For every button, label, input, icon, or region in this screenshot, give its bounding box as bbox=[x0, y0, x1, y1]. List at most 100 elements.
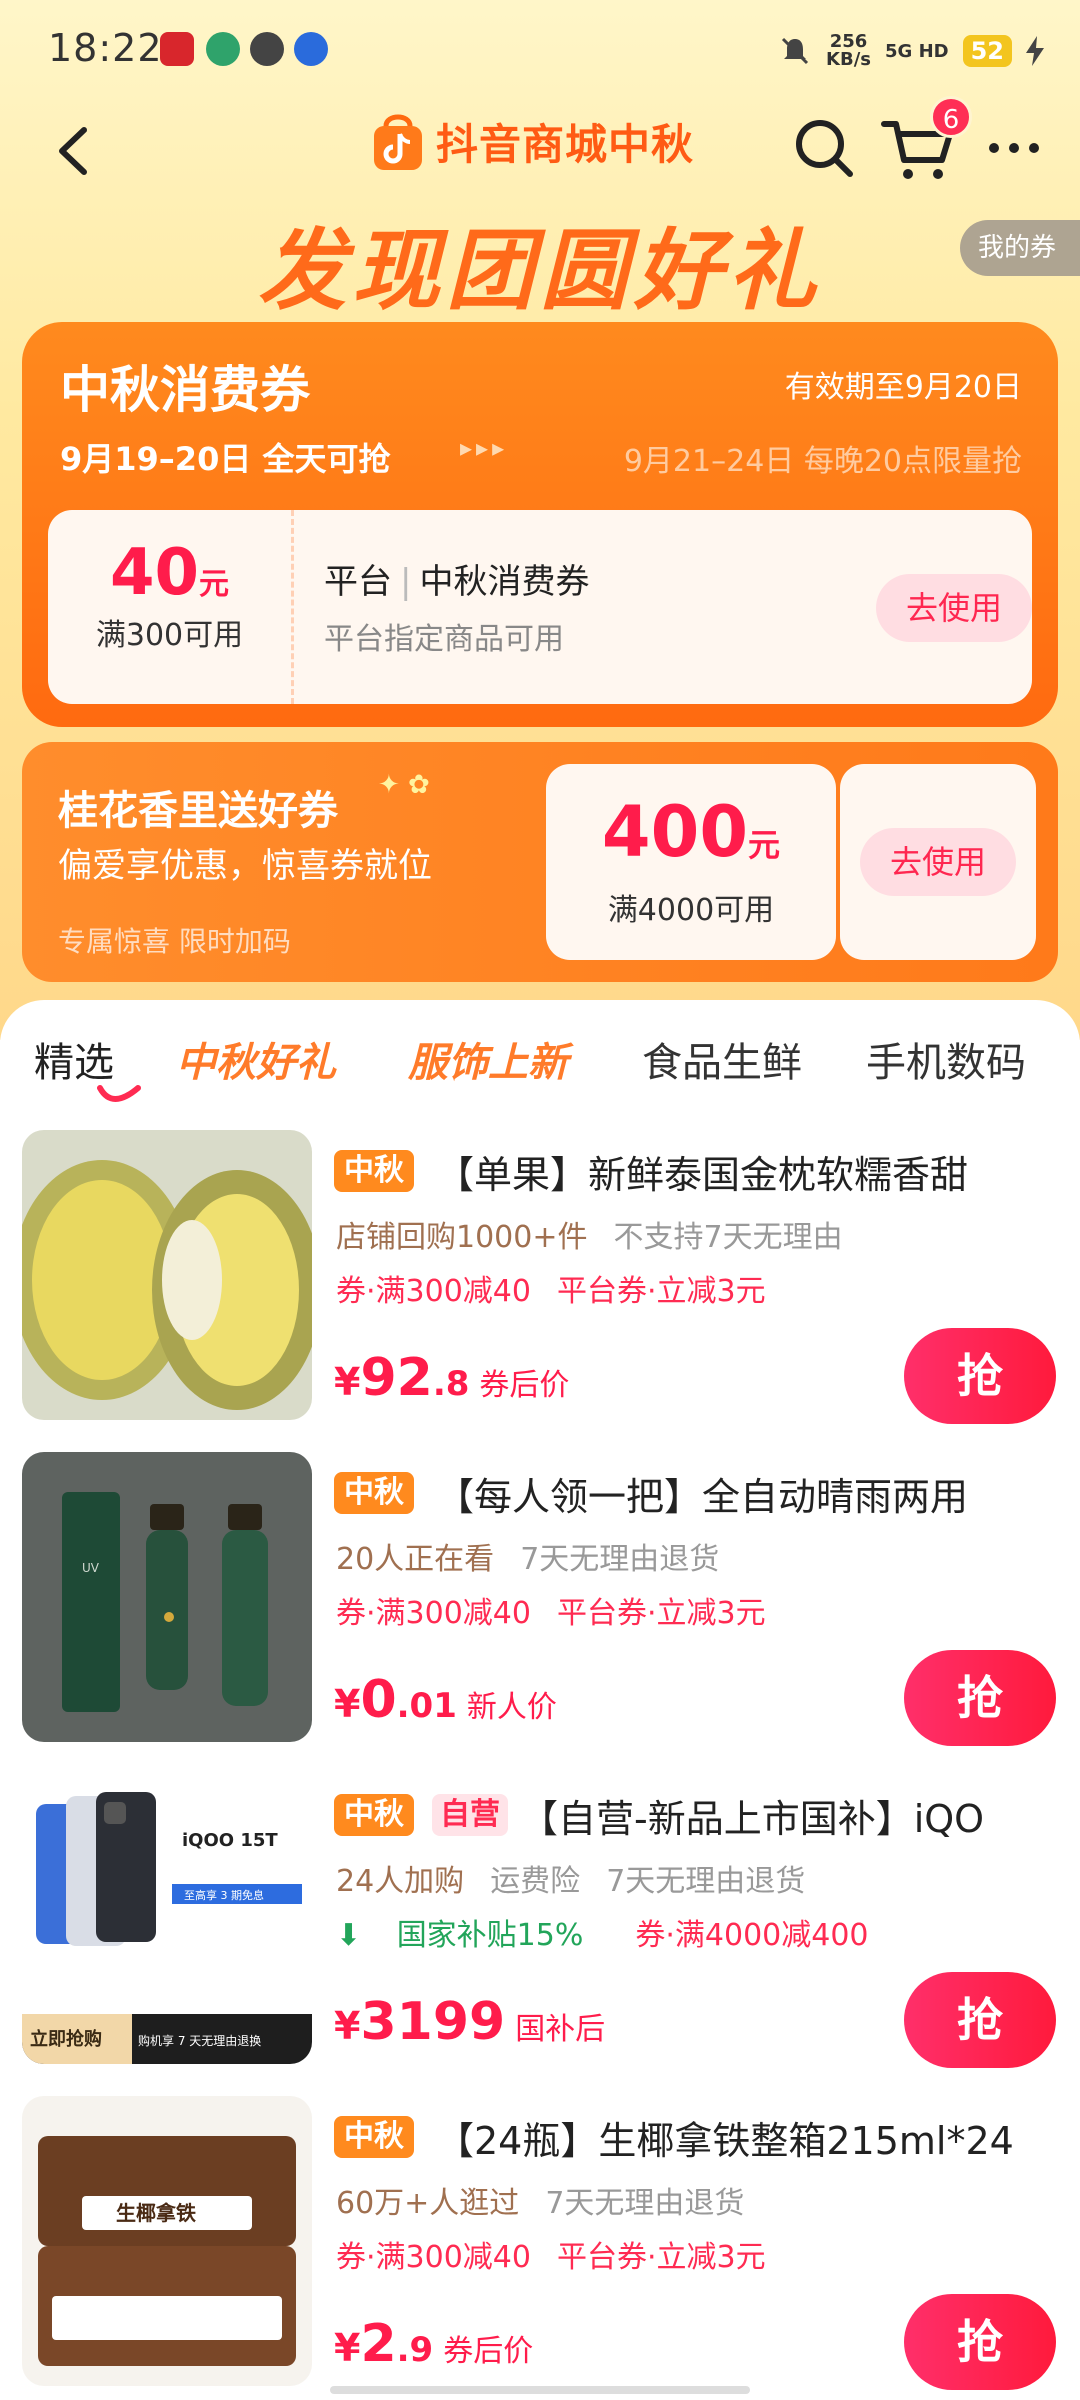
product-card[interactable]: 生椰拿铁 中秋 【24瓶】生椰拿铁整箱215ml*24 60万+人逛过 7天无理由… bbox=[0, 2096, 1080, 2400]
signal-label: 5G HD bbox=[885, 40, 949, 62]
coupon-condition: 满300可用 bbox=[95, 618, 244, 653]
title-text: 抖音商城中秋 bbox=[436, 119, 695, 169]
product-card[interactable]: UV 中秋 【每人领一把】全自动晴雨两用 20人正在看 7天无理由退货 券·满30… bbox=[0, 1452, 1080, 1774]
product-title[interactable]: 【24瓶】生椰拿铁整箱215ml*24 bbox=[436, 2110, 1056, 2165]
osmanthus-tag: 专属惊喜 限时加码 bbox=[58, 925, 291, 958]
grab-button[interactable]: 抢 bbox=[904, 2294, 1056, 2390]
coupon-title: 平台 | 中秋消费券 bbox=[324, 562, 590, 602]
product-card[interactable]: iQOO 15T 至高享 3 期免息 立即抢购 购机享 7 天无理由退换 中秋 … bbox=[0, 1774, 1080, 2096]
product-title[interactable]: 【每人领一把】全自动晴雨两用 bbox=[436, 1466, 1056, 1521]
svg-text:UV: UV bbox=[82, 1561, 100, 1575]
product-promos: 券·满300减40 平台券·立减3元 bbox=[336, 1266, 792, 1310]
page-title: 抖音商城中秋 bbox=[370, 110, 694, 172]
use-coupon-button[interactable]: 去使用 bbox=[860, 828, 1016, 896]
product-image[interactable]: UV bbox=[22, 1452, 312, 1742]
phone-badge2-text: 购机享 7 天无理由退换 bbox=[138, 2033, 261, 2048]
osmanthus-subtitle: 偏爱享优惠，惊喜券就位 bbox=[58, 846, 432, 886]
back-icon[interactable] bbox=[40, 116, 110, 186]
grab-button[interactable]: 抢 bbox=[904, 1650, 1056, 1746]
status-indicators: 256 KB/s 5G HD 52 bbox=[778, 26, 1044, 76]
self-operated-tag: 自营 bbox=[432, 1794, 508, 1836]
product-title[interactable]: 【单果】新鲜泰国金枕软糯香甜 bbox=[436, 1144, 1056, 1199]
product-image[interactable]: iQOO 15T 至高享 3 期免息 立即抢购 购机享 7 天无理由退换 bbox=[22, 1774, 312, 2064]
product-title[interactable]: 【自营-新品上市国补】iQO bbox=[520, 1788, 1060, 1843]
price-note: 新人价 bbox=[466, 1690, 557, 1725]
product-price: ¥92.8 券后价 bbox=[334, 1348, 569, 1408]
meta-return-policy: 不支持7天无理由 bbox=[613, 1220, 843, 1255]
mid-autumn-coupon-panel: 中秋消费券 有效期至9月20日 9月19–20日 全天可抢 ▸▸▸ 9月21–2… bbox=[22, 322, 1058, 727]
product-image[interactable]: 生椰拿铁 bbox=[22, 2096, 312, 2386]
subsidy-arrow-icon: ⬇ bbox=[336, 1918, 371, 1953]
tab-food[interactable]: 食品生鲜 bbox=[642, 1030, 802, 1088]
cart-count-badge: 6 bbox=[930, 96, 972, 138]
notification-app-icon bbox=[294, 32, 328, 66]
phone-badge-text: 立即抢购 bbox=[30, 2028, 102, 2050]
meta-shipping-insurance: 运费险 bbox=[490, 1864, 581, 1899]
currency: ¥ bbox=[334, 1682, 361, 1726]
product-price: ¥3199 国补后 bbox=[334, 1992, 605, 2052]
promo-coupon: 券·满4000减400 bbox=[635, 1918, 869, 1953]
price-int: 2 bbox=[360, 2314, 397, 2374]
my-coupons-button[interactable]: 我的券 bbox=[960, 220, 1080, 276]
more-icon[interactable] bbox=[984, 128, 1044, 168]
coupon-title-platform: 平台 bbox=[324, 562, 392, 602]
meta-return-policy: 7天无理由退货 bbox=[545, 2186, 745, 2221]
notification-app-icon bbox=[206, 32, 240, 66]
sparkle-icon: ✦ ✿ bbox=[378, 770, 430, 800]
coconut-latte-image: 生椰拿铁 bbox=[22, 2096, 312, 2386]
mid-autumn-tag: 中秋 bbox=[334, 1472, 414, 1514]
grab-button[interactable]: 抢 bbox=[904, 1972, 1056, 2068]
net-unit: KB/s bbox=[826, 49, 872, 70]
notification-app-icon bbox=[160, 32, 194, 66]
charging-icon bbox=[1026, 36, 1044, 66]
product-meta: 24人加购 运费险 7天无理由退货 bbox=[336, 1856, 831, 1900]
currency: ¥ bbox=[334, 1360, 361, 1404]
search-icon[interactable] bbox=[790, 114, 860, 184]
promo-coupon: 券·满300减40 bbox=[336, 2240, 531, 2275]
mid-autumn-tag: 中秋 bbox=[334, 1150, 414, 1192]
promo-platform: 平台券·立减3元 bbox=[556, 1596, 766, 1631]
coupon-validity: 有效期至9月20日 bbox=[784, 370, 1022, 405]
product-image[interactable] bbox=[22, 1130, 312, 1420]
mid-autumn-tag: 中秋 bbox=[334, 2116, 414, 2158]
coupon-value: 40元 满300可用 bbox=[48, 510, 294, 704]
round-one-text: 9月19–20日 全天可抢 bbox=[60, 440, 391, 478]
product-meta: 店铺回购1000+件 不支持7天无理由 bbox=[336, 1212, 869, 1256]
meta-visitors: 60万+人逛过 bbox=[336, 2186, 520, 2221]
meta-return-policy: 7天无理由退货 bbox=[606, 1864, 806, 1899]
meta-return-policy: 7天无理由退货 bbox=[520, 1542, 720, 1577]
product-price: ¥0.01 新人价 bbox=[334, 1670, 557, 1730]
product-promos: ⬇ 国家补贴15% 券·满4000减400 bbox=[336, 1910, 895, 1954]
category-tabs: 精选 中秋好礼 服饰上新 食品生鲜 手机数码 bbox=[0, 1030, 1080, 1100]
use-coupon-button[interactable]: 去使用 bbox=[876, 574, 1032, 642]
tab-mid-autumn-gifts[interactable]: 中秋好礼 bbox=[176, 1030, 336, 1088]
coupon-amount: 40 bbox=[109, 536, 200, 610]
active-tab-indicator bbox=[97, 1085, 141, 1102]
latte-label-text: 生椰拿铁 bbox=[116, 2201, 196, 2225]
round-two-text: 9月21–24日 每晚20点限量抢 bbox=[623, 444, 1022, 479]
osmanthus-condition: 满4000可用 bbox=[607, 893, 775, 928]
tab-digital[interactable]: 手机数码 bbox=[866, 1030, 1026, 1088]
price-dec: .8 bbox=[432, 1364, 470, 1404]
tab-featured[interactable]: 精选 bbox=[34, 1030, 114, 1088]
phone-image: iQOO 15T 至高享 3 期免息 立即抢购 购机享 7 天无理由退换 bbox=[22, 1774, 312, 2064]
product-meta: 60万+人逛过 7天无理由退货 bbox=[336, 2178, 770, 2222]
osmanthus-unit: 元 bbox=[748, 826, 781, 864]
mid-autumn-tag: 中秋 bbox=[334, 1794, 414, 1836]
tab-apparel[interactable]: 服饰上新 bbox=[408, 1030, 568, 1088]
status-time: 18:22 bbox=[48, 26, 163, 70]
grab-button[interactable]: 抢 bbox=[904, 1328, 1056, 1424]
product-promos: 券·满300减40 平台券·立减3元 bbox=[336, 2232, 792, 2276]
osmanthus-use-card: 去使用 bbox=[840, 764, 1036, 960]
battery-level: 52 bbox=[962, 35, 1012, 67]
product-card[interactable]: 中秋 【单果】新鲜泰国金枕软糯香甜 店铺回购1000+件 不支持7天无理由 券·满… bbox=[0, 1130, 1080, 1452]
umbrella-image: UV bbox=[22, 1452, 312, 1742]
coupon-unit: 元 bbox=[199, 567, 230, 602]
coupon-card: 40元 满300可用 平台 | 中秋消费券 平台指定商品可用 去使用 bbox=[48, 510, 1032, 704]
osmanthus-coupon-value: 400元 满4000可用 bbox=[546, 764, 836, 960]
promo-coupon: 券·满300减40 bbox=[336, 1596, 531, 1631]
osmanthus-amount: 400 bbox=[601, 791, 749, 873]
coupon-panel-title: 中秋消费券 bbox=[60, 361, 310, 419]
home-indicator[interactable] bbox=[330, 2386, 750, 2394]
durian-image bbox=[22, 1130, 312, 1420]
